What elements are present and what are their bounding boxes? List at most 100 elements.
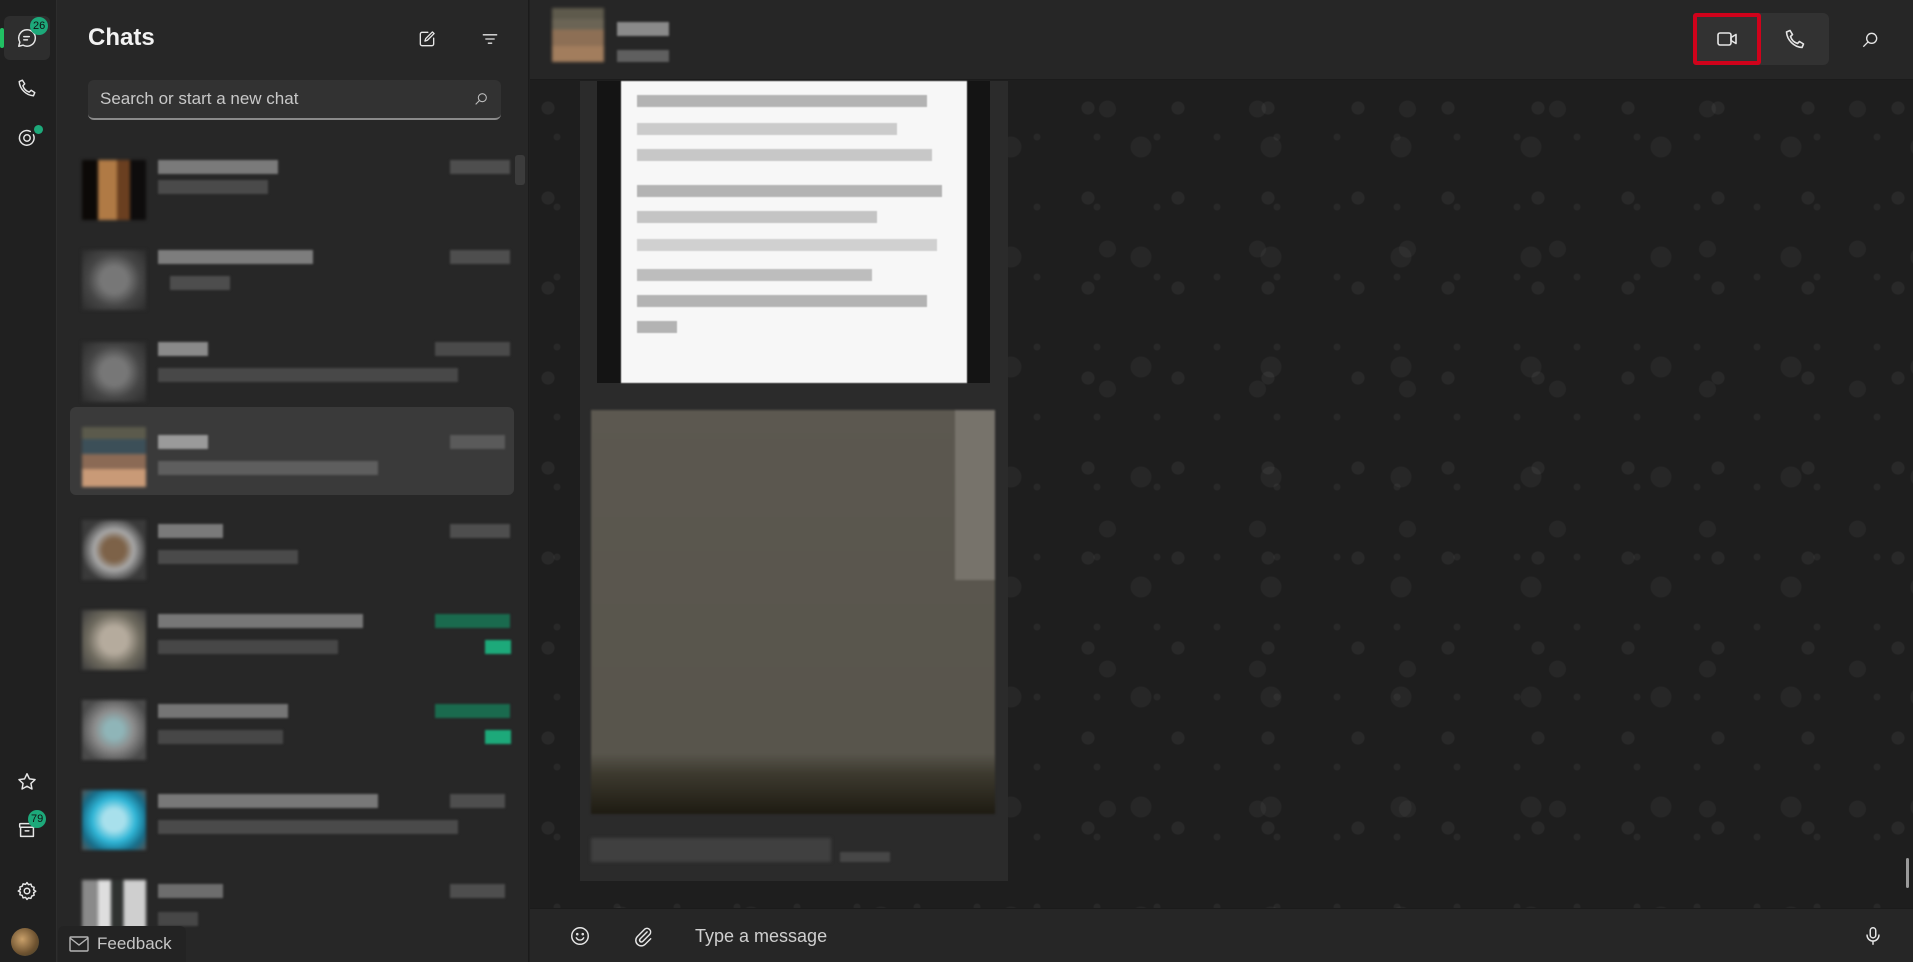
compose-icon	[419, 31, 435, 47]
new-chat-button[interactable]	[409, 21, 445, 57]
nav-starred-button[interactable]	[4, 760, 50, 804]
contact-avatar[interactable]	[552, 8, 604, 62]
emoji-button[interactable]	[562, 918, 598, 954]
search-icon	[1862, 32, 1878, 48]
timestamp-redacted	[450, 160, 510, 174]
timestamp-redacted	[450, 435, 505, 449]
redacted-text-line	[637, 321, 677, 333]
contact-avatar	[82, 427, 146, 487]
status-update-dot	[34, 125, 43, 134]
chat-list-scrollbar[interactable]	[515, 155, 525, 185]
conversation-pane	[530, 0, 1913, 962]
redacted-text-line	[637, 269, 872, 281]
contact-name-redacted	[158, 435, 208, 449]
chat-list-pane: Chats	[56, 0, 529, 962]
chats-unread-badge: 26	[30, 17, 49, 35]
conversation-header[interactable]	[530, 0, 1913, 80]
chat-list-item[interactable]	[70, 500, 514, 588]
filter-button[interactable]	[472, 21, 508, 57]
voice-message-button[interactable]	[1855, 918, 1891, 954]
contact-name-redacted	[158, 160, 278, 174]
message-preview-redacted	[158, 730, 283, 744]
message-preview-redacted	[158, 820, 458, 834]
message-image-document[interactable]	[597, 81, 990, 383]
chat-list-item[interactable]	[70, 140, 514, 228]
video-camera-icon	[1717, 32, 1737, 46]
redacted-text-line	[637, 211, 877, 223]
voice-call-button[interactable]	[1761, 13, 1829, 65]
paperclip-icon	[635, 927, 652, 947]
contact-name-redacted	[617, 22, 669, 36]
video-call-button[interactable]	[1693, 13, 1761, 65]
message-preview-redacted	[158, 461, 378, 475]
nav-status-button[interactable]	[4, 116, 50, 160]
attach-button[interactable]	[625, 918, 661, 954]
message-time-redacted	[840, 852, 890, 862]
contact-avatar	[82, 520, 146, 580]
unread-badge-redacted	[485, 730, 511, 744]
feedback-label: Feedback	[97, 934, 172, 953]
nav-calls-button[interactable]	[4, 66, 50, 110]
redacted-text-line	[637, 239, 937, 251]
contact-name-redacted	[158, 250, 313, 264]
nav-rail: 26 79	[0, 0, 56, 962]
nav-archived-button[interactable]: 79	[4, 808, 50, 852]
contact-name-redacted	[158, 342, 208, 356]
profile-avatar[interactable]	[11, 928, 39, 956]
timestamp-redacted	[450, 884, 505, 898]
redacted-text-line	[637, 185, 942, 197]
contact-name-redacted	[158, 704, 288, 718]
chat-list-item[interactable]	[70, 230, 514, 318]
search-in-chat-button[interactable]	[1850, 20, 1890, 60]
message-preview-redacted	[158, 640, 338, 654]
envelope-icon	[69, 936, 89, 952]
star-icon	[18, 773, 36, 790]
contact-avatar	[82, 342, 146, 402]
contact-name-redacted	[158, 884, 223, 898]
redacted-text-line	[637, 149, 932, 161]
message-caption-redacted	[591, 838, 831, 862]
call-button-group	[1693, 13, 1829, 65]
message-input[interactable]	[695, 919, 1795, 953]
timestamp-redacted	[435, 614, 510, 628]
contact-avatar	[82, 160, 146, 220]
chat-list-item-selected[interactable]	[70, 407, 514, 495]
nav-settings-button[interactable]	[4, 869, 50, 913]
message-preview-redacted	[170, 276, 230, 290]
chat-list-item[interactable]	[70, 680, 514, 768]
contact-name-redacted	[158, 614, 363, 628]
microphone-icon	[1866, 927, 1880, 945]
timestamp-redacted	[450, 524, 510, 538]
feedback-button[interactable]: Feedback	[58, 926, 186, 962]
message-image-photo[interactable]	[591, 410, 995, 814]
timestamp-redacted	[435, 342, 510, 356]
timestamp-redacted	[435, 704, 510, 718]
document-page	[621, 81, 967, 383]
archived-count-badge: 79	[28, 810, 47, 828]
redacted-text-line	[637, 95, 927, 107]
contact-avatar	[82, 610, 146, 670]
chat-list-item[interactable]	[70, 770, 514, 858]
nav-chats-button[interactable]: 26	[4, 16, 50, 60]
timestamp-redacted	[450, 794, 505, 808]
contact-status-redacted	[617, 50, 669, 62]
smiley-icon	[571, 927, 589, 945]
contact-name-redacted	[158, 524, 223, 538]
gear-icon	[17, 881, 37, 901]
chat-list-title: Chats	[88, 24, 155, 51]
search-icon	[475, 93, 487, 105]
message-preview-redacted	[158, 550, 298, 564]
search-box	[88, 80, 501, 120]
phone-icon	[18, 79, 36, 97]
chat-list-item[interactable]	[70, 590, 514, 678]
message-preview-redacted	[158, 368, 458, 382]
photo-detail	[955, 410, 995, 580]
chat-list-item[interactable]	[70, 322, 514, 410]
redacted-text-line	[637, 295, 927, 307]
filter-icon	[482, 34, 498, 44]
message-preview-redacted	[158, 912, 198, 926]
search-input[interactable]	[100, 89, 473, 109]
conversation-scrollbar[interactable]	[1906, 858, 1909, 888]
contact-name-redacted	[158, 794, 378, 808]
timestamp-redacted	[450, 250, 510, 264]
